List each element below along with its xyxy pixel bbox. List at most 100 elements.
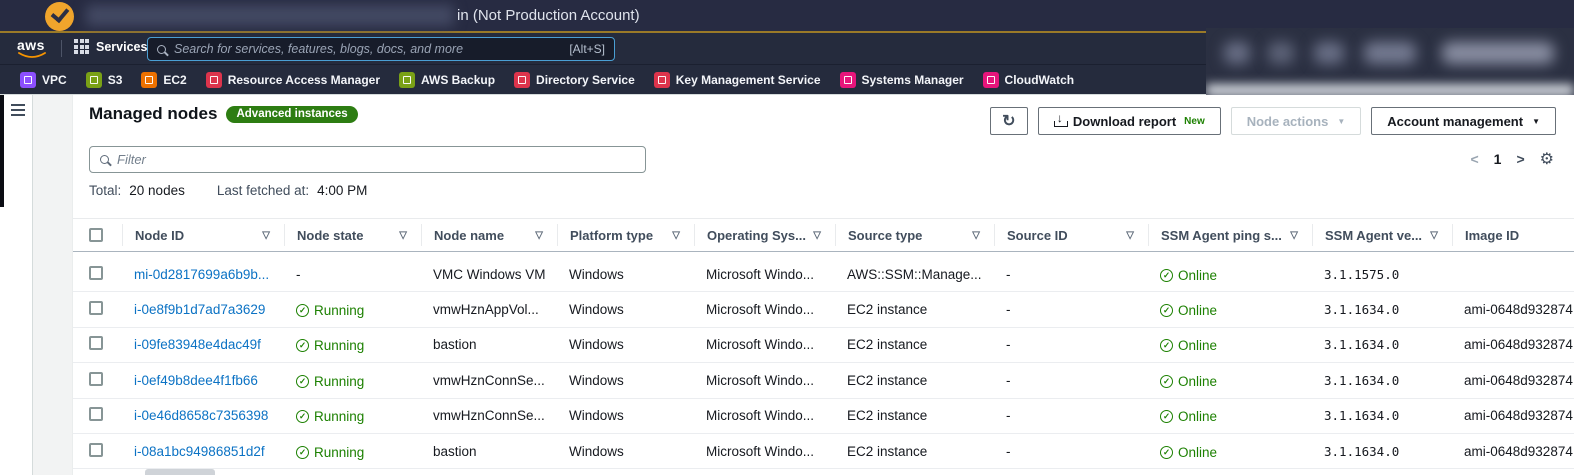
services-menu-button[interactable]: Services (74, 39, 147, 54)
row-checkbox[interactable] (89, 301, 103, 316)
node-id-link[interactable]: i-0ef49b8dee4f1fb66 (134, 373, 258, 388)
favorite-systems-manager[interactable]: Systems Manager (839, 71, 964, 88)
ssm-agent-version: 3.1.1634.0 (1324, 443, 1400, 459)
table-row[interactable]: mi-0d2817699a6b9b... ✓ - VMC Windows VM … (73, 257, 1574, 293)
select-all-checkbox[interactable] (89, 228, 103, 242)
download-report-button[interactable]: Download report New (1037, 107, 1221, 135)
service-icon (399, 71, 416, 88)
account-management-button[interactable]: Account management ▼ (1371, 107, 1556, 135)
refresh-button[interactable]: ↻ (989, 107, 1028, 135)
platform-type: Windows (569, 337, 624, 353)
column-header[interactable]: Image ID ▽ (1452, 224, 1574, 246)
online-status-icon: ✓ (1160, 374, 1173, 388)
column-header[interactable]: Operating Sys... ▽ (694, 224, 835, 246)
advanced-instances-badge: Advanced instances (226, 105, 358, 123)
table-row[interactable]: i-0e46d8658c7356398 ✓ Running vmwHznConn… (73, 399, 1574, 434)
ssm-ping-status: ✓ Online (1160, 374, 1217, 389)
global-search-box[interactable]: [Alt+S] (147, 37, 615, 61)
chevron-down-icon: ▼ (1532, 116, 1540, 126)
prev-page-button[interactable]: < (1470, 151, 1478, 167)
row-checkbox[interactable] (89, 336, 103, 351)
global-search-input[interactable] (174, 42, 562, 56)
column-header[interactable]: Node state ▽ (284, 224, 421, 246)
next-page-button[interactable]: > (1516, 151, 1524, 167)
row-checkbox[interactable] (89, 407, 103, 422)
node-id-link[interactable]: i-0e8f9b1d7ad7a3629 (134, 302, 265, 317)
node-state: ✓ Running (296, 303, 364, 318)
screen-edge-artifact (0, 95, 4, 207)
running-status-icon: ✓ (296, 410, 309, 424)
ssm-ping-status: ✓ Online (1160, 303, 1217, 318)
aws-smile-icon (18, 52, 46, 58)
favorite-vpc[interactable]: VPC (20, 71, 67, 88)
column-filter-icon[interactable]: ▽ (813, 230, 821, 241)
column-header[interactable]: Node name ▽ (421, 224, 557, 246)
table-row[interactable]: i-0e8f9b1d7ad7a3629 ✓ Running vmwHznAppV… (73, 292, 1574, 328)
column-filter-icon[interactable]: ▽ (1290, 230, 1298, 241)
collapsed-side-nav (0, 95, 33, 475)
favorite-key-management-service[interactable]: Key Management Service (653, 71, 821, 88)
column-header[interactable]: Node ID ▽ (122, 224, 284, 246)
table-row[interactable]: i-09fe83948e4dac49f ✓ Running bastion Wi… (73, 328, 1574, 364)
table-row[interactable]: i-0ef49b8dee4f1fb66 ✓ Running vmwHznConn… (73, 363, 1574, 399)
menu-hamburger-icon[interactable] (11, 104, 25, 116)
column-filter-icon[interactable]: ▽ (672, 230, 680, 241)
node-id-link[interactable]: i-09fe83948e4dac49f (134, 337, 261, 352)
aws-logo[interactable]: aws (17, 37, 47, 61)
service-icon (653, 71, 670, 88)
running-status-icon: ✓ (296, 339, 309, 353)
table-row[interactable]: i-08a1bc94986851d2f ✓ Running bastion Wi… (73, 434, 1574, 470)
row-checkbox[interactable] (89, 265, 103, 280)
row-checkbox[interactable] (89, 371, 103, 386)
favorite-s3[interactable]: S3 (85, 71, 122, 88)
column-filter-icon[interactable]: ▽ (1430, 230, 1438, 241)
column-filter-icon[interactable]: ▽ (399, 230, 407, 241)
favorite-cloudwatch[interactable]: CloudWatch (982, 71, 1074, 88)
filter-input[interactable] (117, 152, 635, 167)
platform-type: Windows (569, 443, 624, 459)
column-filter-icon[interactable]: ▽ (1126, 230, 1134, 241)
node-actions-button[interactable]: Node actions ▼ (1230, 107, 1362, 135)
ssm-ping-status: ✓ Online (1160, 338, 1217, 353)
filter-box[interactable] (89, 146, 646, 173)
favorite-resource-access-manager[interactable]: Resource Access Manager (205, 71, 380, 88)
select-all-header-cell (73, 224, 122, 246)
column-header[interactable]: SSM Agent ve... ▽ (1312, 224, 1452, 246)
services-grid-icon (74, 39, 89, 54)
table-meta: Total: 20 nodes Last fetched at: 4:00 PM (89, 183, 368, 198)
source-type: EC2 instance (847, 443, 928, 459)
column-header[interactable]: Source ID ▽ (994, 224, 1148, 246)
column-header[interactable]: SSM Agent ping s... ▽ (1148, 224, 1312, 246)
online-status-icon: ✓ (1160, 410, 1173, 424)
node-state: ✓ Running (296, 374, 364, 389)
source-type: AWS::SSM::Manage... (847, 266, 982, 282)
row-checkbox[interactable] (89, 442, 103, 457)
download-icon (1053, 111, 1068, 127)
service-icon (205, 71, 222, 88)
ssm-ping-status: ✓ Online (1160, 445, 1217, 460)
favorite-ec2[interactable]: EC2 (141, 71, 187, 88)
ssm-ping-status: ✓ Online (1160, 409, 1217, 424)
node-name: bastion (433, 443, 477, 459)
column-filter-icon[interactable]: ▽ (972, 230, 980, 241)
service-icon (982, 71, 999, 88)
favorite-directory-service[interactable]: Directory Service (514, 71, 635, 88)
ssm-agent-version: 3.1.1575.0 (1324, 266, 1400, 282)
node-name: vmwHznAppVol... (433, 302, 539, 318)
window-title: in (Not Production Account) (457, 7, 640, 24)
service-icon (20, 71, 36, 88)
node-id-link[interactable]: mi-0d2817699a6b9b... (134, 267, 269, 282)
column-header[interactable]: Source type ▽ (835, 224, 994, 246)
favorite-aws-backup[interactable]: AWS Backup (399, 71, 495, 88)
column-filter-icon[interactable]: ▽ (535, 230, 543, 241)
preferences-gear-icon[interactable]: ⚙ (1540, 149, 1554, 169)
node-id-link[interactable]: i-0e46d8658c7356398 (134, 408, 268, 423)
pagination: < 1 > ⚙ (1470, 149, 1554, 169)
chevron-down-icon: ▼ (1337, 116, 1346, 126)
column-header[interactable]: Platform type ▽ (557, 224, 694, 246)
redacted-title-blur (86, 5, 454, 26)
node-id-link[interactable]: i-08a1bc94986851d2f (134, 444, 265, 459)
source-type: EC2 instance (847, 408, 928, 424)
column-filter-icon[interactable]: ▽ (262, 230, 270, 241)
node-name: vmwHznConnSe... (433, 408, 545, 424)
